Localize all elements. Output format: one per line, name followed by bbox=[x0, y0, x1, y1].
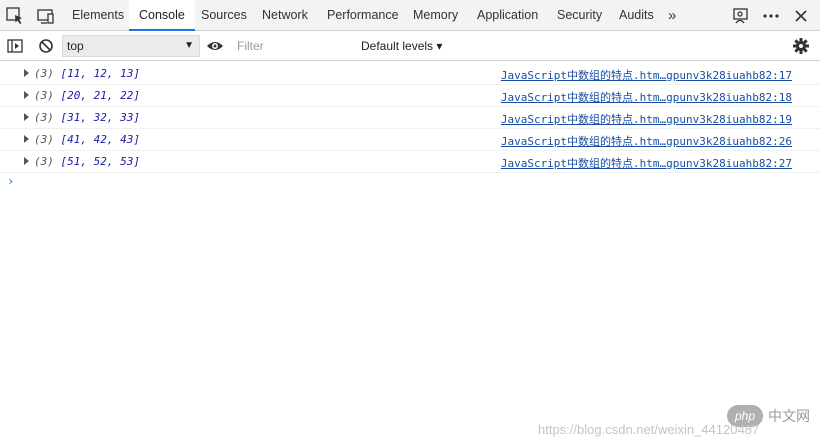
array-preview[interactable]: (3) [11, 12, 13] bbox=[34, 67, 140, 80]
eye-icon[interactable] bbox=[205, 36, 225, 56]
array-count: (3) bbox=[34, 89, 54, 102]
expand-triangle-icon[interactable] bbox=[24, 69, 29, 77]
console-prompt[interactable]: › bbox=[7, 174, 14, 188]
filter-input[interactable] bbox=[233, 35, 361, 57]
array-preview[interactable]: (3) [41, 42, 43] bbox=[34, 133, 140, 146]
array-values: [51, 52, 53] bbox=[60, 155, 140, 168]
console-entry[interactable]: (3) [11, 12, 13] JavaScript中数组的特点.htm…gp… bbox=[0, 63, 820, 85]
context-selector[interactable]: top ▼ bbox=[62, 35, 200, 57]
array-preview[interactable]: (3) [51, 52, 53] bbox=[34, 155, 140, 168]
console-entry[interactable]: (3) [51, 52, 53] JavaScript中数组的特点.htm…gp… bbox=[0, 151, 820, 173]
tab-console[interactable]: Console bbox=[129, 0, 195, 31]
expand-triangle-icon[interactable] bbox=[24, 157, 29, 165]
source-link[interactable]: JavaScript中数组的特点.htm…gpunv3k28iuahb82:18 bbox=[501, 89, 792, 105]
source-link[interactable]: JavaScript中数组的特点.htm…gpunv3k28iuahb82:27 bbox=[501, 155, 792, 171]
console-messages: (3) [11, 12, 13] JavaScript中数组的特点.htm…gp… bbox=[0, 63, 820, 173]
devtools-tab-bar: Elements Console Sources Network Perform… bbox=[0, 0, 820, 31]
array-values: [20, 21, 22] bbox=[60, 89, 140, 102]
tab-performance[interactable]: Performance bbox=[317, 0, 409, 31]
more-options-icon[interactable] bbox=[761, 6, 781, 26]
array-values: [41, 42, 43] bbox=[60, 133, 140, 146]
expand-triangle-icon[interactable] bbox=[24, 91, 29, 99]
tab-network[interactable]: Network bbox=[252, 0, 318, 31]
tab-memory[interactable]: Memory bbox=[403, 0, 468, 31]
array-count: (3) bbox=[34, 67, 54, 80]
array-count: (3) bbox=[34, 111, 54, 124]
watermark-url: https://blog.csdn.net/weixin_44120487 bbox=[538, 422, 760, 437]
gear-icon[interactable] bbox=[791, 36, 811, 56]
array-count: (3) bbox=[34, 133, 54, 146]
source-link[interactable]: JavaScript中数组的特点.htm…gpunv3k28iuahb82:17 bbox=[501, 67, 792, 83]
tab-audits[interactable]: Audits bbox=[609, 0, 664, 31]
context-value: top bbox=[67, 39, 84, 53]
array-count: (3) bbox=[34, 155, 54, 168]
more-tabs-button[interactable]: » bbox=[668, 0, 676, 31]
feedback-icon[interactable] bbox=[731, 6, 751, 26]
console-entry[interactable]: (3) [31, 32, 33] JavaScript中数组的特点.htm…gp… bbox=[0, 107, 820, 129]
source-link[interactable]: JavaScript中数组的特点.htm…gpunv3k28iuahb82:19 bbox=[501, 111, 792, 127]
watermark-site-name: 中文网 bbox=[768, 408, 810, 424]
console-toolbar: top ▼ Default levels ▾ bbox=[0, 32, 820, 61]
sidebar-toggle-icon[interactable] bbox=[5, 36, 25, 56]
array-values: [31, 32, 33] bbox=[60, 111, 140, 124]
expand-triangle-icon[interactable] bbox=[24, 113, 29, 121]
close-icon[interactable] bbox=[791, 6, 811, 26]
device-toggle-icon[interactable] bbox=[36, 6, 56, 26]
tab-elements[interactable]: Elements bbox=[62, 0, 134, 31]
array-preview[interactable]: (3) [31, 32, 33] bbox=[34, 111, 140, 124]
tab-application[interactable]: Application bbox=[467, 0, 548, 31]
console-entry[interactable]: (3) [20, 21, 22] JavaScript中数组的特点.htm…gp… bbox=[0, 85, 820, 107]
console-entry[interactable]: (3) [41, 42, 43] JavaScript中数组的特点.htm…gp… bbox=[0, 129, 820, 151]
source-link[interactable]: JavaScript中数组的特点.htm…gpunv3k28iuahb82:26 bbox=[501, 133, 792, 149]
array-preview[interactable]: (3) [20, 21, 22] bbox=[34, 89, 140, 102]
log-levels-dropdown[interactable]: Default levels ▾ bbox=[361, 35, 442, 57]
chevron-down-icon: ▼ bbox=[184, 40, 194, 51]
tab-security[interactable]: Security bbox=[547, 0, 612, 31]
array-values: [11, 12, 13] bbox=[60, 67, 140, 80]
expand-triangle-icon[interactable] bbox=[24, 135, 29, 143]
clear-console-icon[interactable] bbox=[36, 36, 56, 56]
tab-sources[interactable]: Sources bbox=[191, 0, 257, 31]
inspect-element-icon[interactable] bbox=[5, 6, 25, 26]
